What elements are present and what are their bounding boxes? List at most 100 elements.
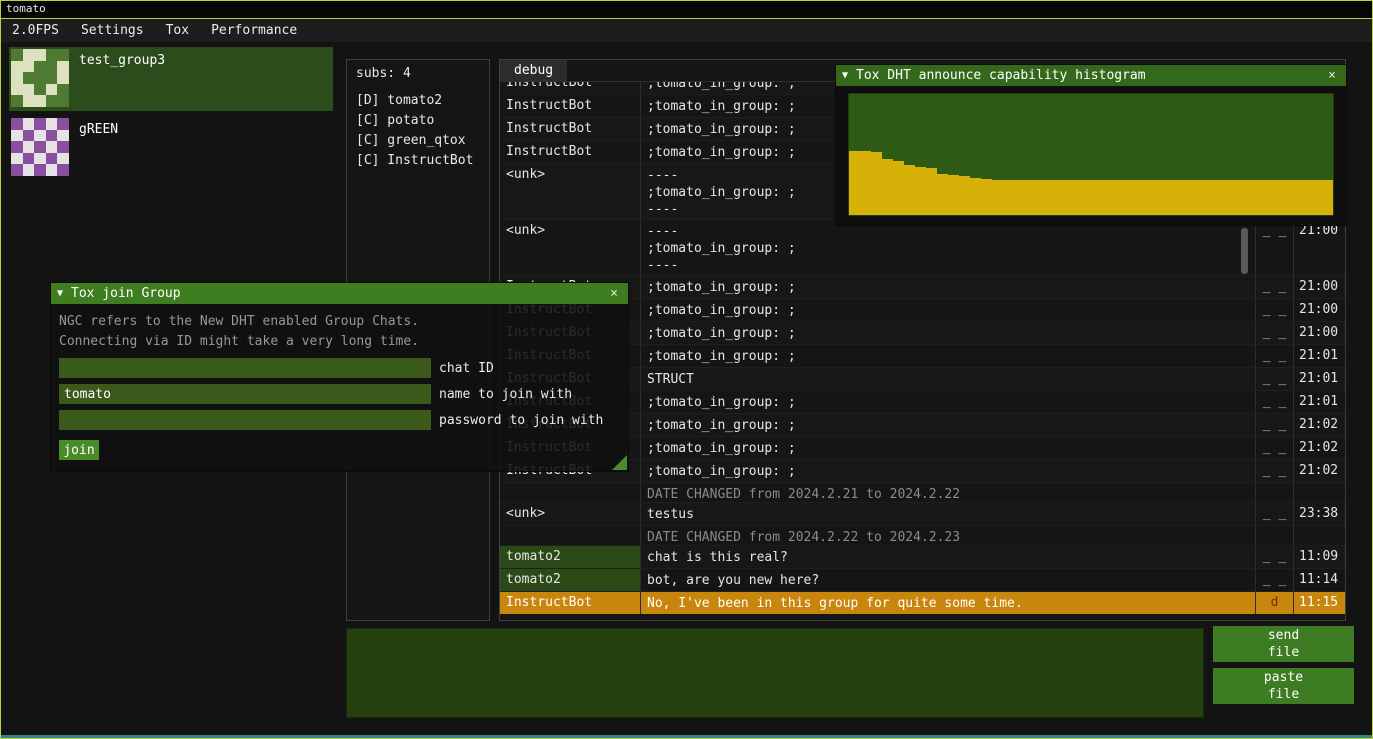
histogram-bar <box>1157 180 1168 215</box>
join-button[interactable]: join <box>59 440 99 460</box>
histogram-bar <box>1300 180 1311 215</box>
message-status-icon: _ _ <box>1255 503 1293 525</box>
window-titlebar: tomato <box>1 1 1372 18</box>
window-title: tomato <box>6 2 46 15</box>
histogram-bar <box>948 175 959 215</box>
close-icon[interactable]: × <box>1324 68 1340 83</box>
menu-item-20fps[interactable]: 2.0FPS <box>1 19 70 42</box>
member-item[interactable]: [C] green_qtox <box>356 131 480 151</box>
histogram-bar <box>893 161 904 215</box>
histogram-bar <box>1025 180 1036 215</box>
histogram-bar <box>970 178 981 216</box>
message-status-icon: _ _ <box>1255 345 1293 367</box>
join-group-titlebar[interactable]: ▼ Tox join Group × <box>51 283 628 304</box>
histogram-bar <box>1234 180 1245 215</box>
message-timestamp: 21:00 <box>1293 322 1345 344</box>
chat-id-label: chat ID <box>439 361 494 376</box>
member-item[interactable]: [D] tomato2 <box>356 91 480 111</box>
message-text: ;tomato_in_group: ; <box>640 391 1255 413</box>
histogram-bar <box>926 168 937 215</box>
message-text: ;tomato_in_group: ; <box>640 437 1255 459</box>
histogram-bar <box>1080 180 1091 215</box>
menu-item-performance[interactable]: Performance <box>200 19 308 42</box>
send-file-button[interactable]: send file <box>1213 626 1354 662</box>
menu-item-settings[interactable]: Settings <box>70 19 155 42</box>
message-timestamp: 21:00 <box>1293 276 1345 298</box>
join-group-title: Tox join Group <box>71 286 606 301</box>
member-list: [D] tomato2[C] potato[C] green_qtox[C] I… <box>356 91 480 171</box>
message-timestamp: 21:00 <box>1293 299 1345 321</box>
message-status-icon: _ _ <box>1255 276 1293 298</box>
close-icon[interactable]: × <box>606 286 622 301</box>
paste-file-button[interactable]: paste file <box>1213 668 1354 704</box>
histogram-bar <box>1113 180 1124 215</box>
message-status-icon: d <box>1255 592 1293 614</box>
message-status-icon: _ _ <box>1255 414 1293 436</box>
message-row: <unk> ---- ;tomato_in_group: ; ---- _ _ … <box>500 220 1345 276</box>
members-panel-title: subs: 4 <box>356 66 480 81</box>
message-input[interactable] <box>346 628 1204 718</box>
join-help-line: NGC refers to the New DHT enabled Group … <box>59 312 620 332</box>
message-text: STRUCT <box>640 368 1255 390</box>
message-sender: InstructBot <box>500 95 640 117</box>
histogram-bar <box>981 179 992 215</box>
message-text: ---- ;tomato_in_group: ; ---- <box>640 220 1255 275</box>
message-text: testus <box>640 503 1255 525</box>
histogram-bar <box>1091 180 1102 215</box>
message-sender: <unk> <box>500 220 640 275</box>
message-status-icon: _ _ <box>1255 368 1293 390</box>
message-text: ;tomato_in_group: ; <box>640 322 1255 344</box>
group-item-test_group3[interactable]: test_group3 <box>9 47 333 111</box>
histogram-bar <box>1223 180 1234 215</box>
histogram-bar <box>1168 180 1179 215</box>
histogram-bar <box>1267 180 1278 215</box>
message-text: ;tomato_in_group: ; <box>640 276 1255 298</box>
menu-item-tox[interactable]: Tox <box>155 19 200 42</box>
join-group-window: ▼ Tox join Group × NGC refers to the New… <box>51 283 628 471</box>
message-text: DATE CHANGED from 2024.2.22 to 2024.2.23 <box>640 526 1255 545</box>
group-name: gREEN <box>79 122 118 137</box>
join-group-body: NGC refers to the New DHT enabled Group … <box>51 304 628 460</box>
tab-debug[interactable]: debug <box>500 60 567 81</box>
system-message-row: DATE CHANGED from 2024.2.21 to 2024.2.22 <box>500 483 1345 503</box>
histogram-bar <box>1245 180 1256 215</box>
member-item[interactable]: [C] InstructBot <box>356 151 480 171</box>
group-item-green[interactable]: gREEN <box>9 116 333 180</box>
histogram-bar <box>1311 180 1322 215</box>
message-timestamp: 21:01 <box>1293 345 1345 367</box>
dht-histogram-titlebar[interactable]: ▼ Tox DHT announce capability histogram … <box>836 65 1346 86</box>
histogram-bar <box>1190 180 1201 215</box>
collapse-arrow-icon[interactable]: ▼ <box>842 70 856 81</box>
histogram-bar <box>1036 180 1047 215</box>
message-sender: <unk> <box>500 503 640 525</box>
message-timestamp: 21:00 <box>1293 220 1345 275</box>
join-name-label: name to join with <box>439 387 572 402</box>
chat-scrollbar[interactable] <box>1241 228 1248 274</box>
message-status-icon: _ _ <box>1255 437 1293 459</box>
message-sender: <unk> <box>500 164 640 219</box>
message-status-icon: _ _ <box>1255 299 1293 321</box>
histogram-bar <box>860 151 871 215</box>
histogram-bar <box>1058 180 1069 215</box>
join-name-input[interactable] <box>59 384 431 404</box>
message-text: ;tomato_in_group: ; <box>640 460 1255 482</box>
message-status-icon <box>1255 483 1293 502</box>
message-text: chat is this real? <box>640 546 1255 568</box>
chat-id-input[interactable] <box>59 358 431 378</box>
message-status-icon: _ _ <box>1255 460 1293 482</box>
histogram-bar <box>1102 180 1113 215</box>
histogram-bar <box>1278 180 1289 215</box>
message-sender: InstructBot <box>500 592 640 614</box>
member-item[interactable]: [C] potato <box>356 111 480 131</box>
message-timestamp: 11:14 <box>1293 569 1345 591</box>
histogram-bar <box>849 151 860 215</box>
histogram-bar <box>871 152 882 215</box>
group-avatar-icon <box>11 118 69 176</box>
message-sender: InstructBot <box>500 118 640 140</box>
collapse-arrow-icon[interactable]: ▼ <box>57 288 71 299</box>
message-timestamp: 21:02 <box>1293 460 1345 482</box>
resize-grip[interactable] <box>612 455 627 470</box>
join-password-input[interactable] <box>59 410 431 430</box>
histogram-bar <box>1014 180 1025 215</box>
histogram-bar <box>915 167 926 215</box>
